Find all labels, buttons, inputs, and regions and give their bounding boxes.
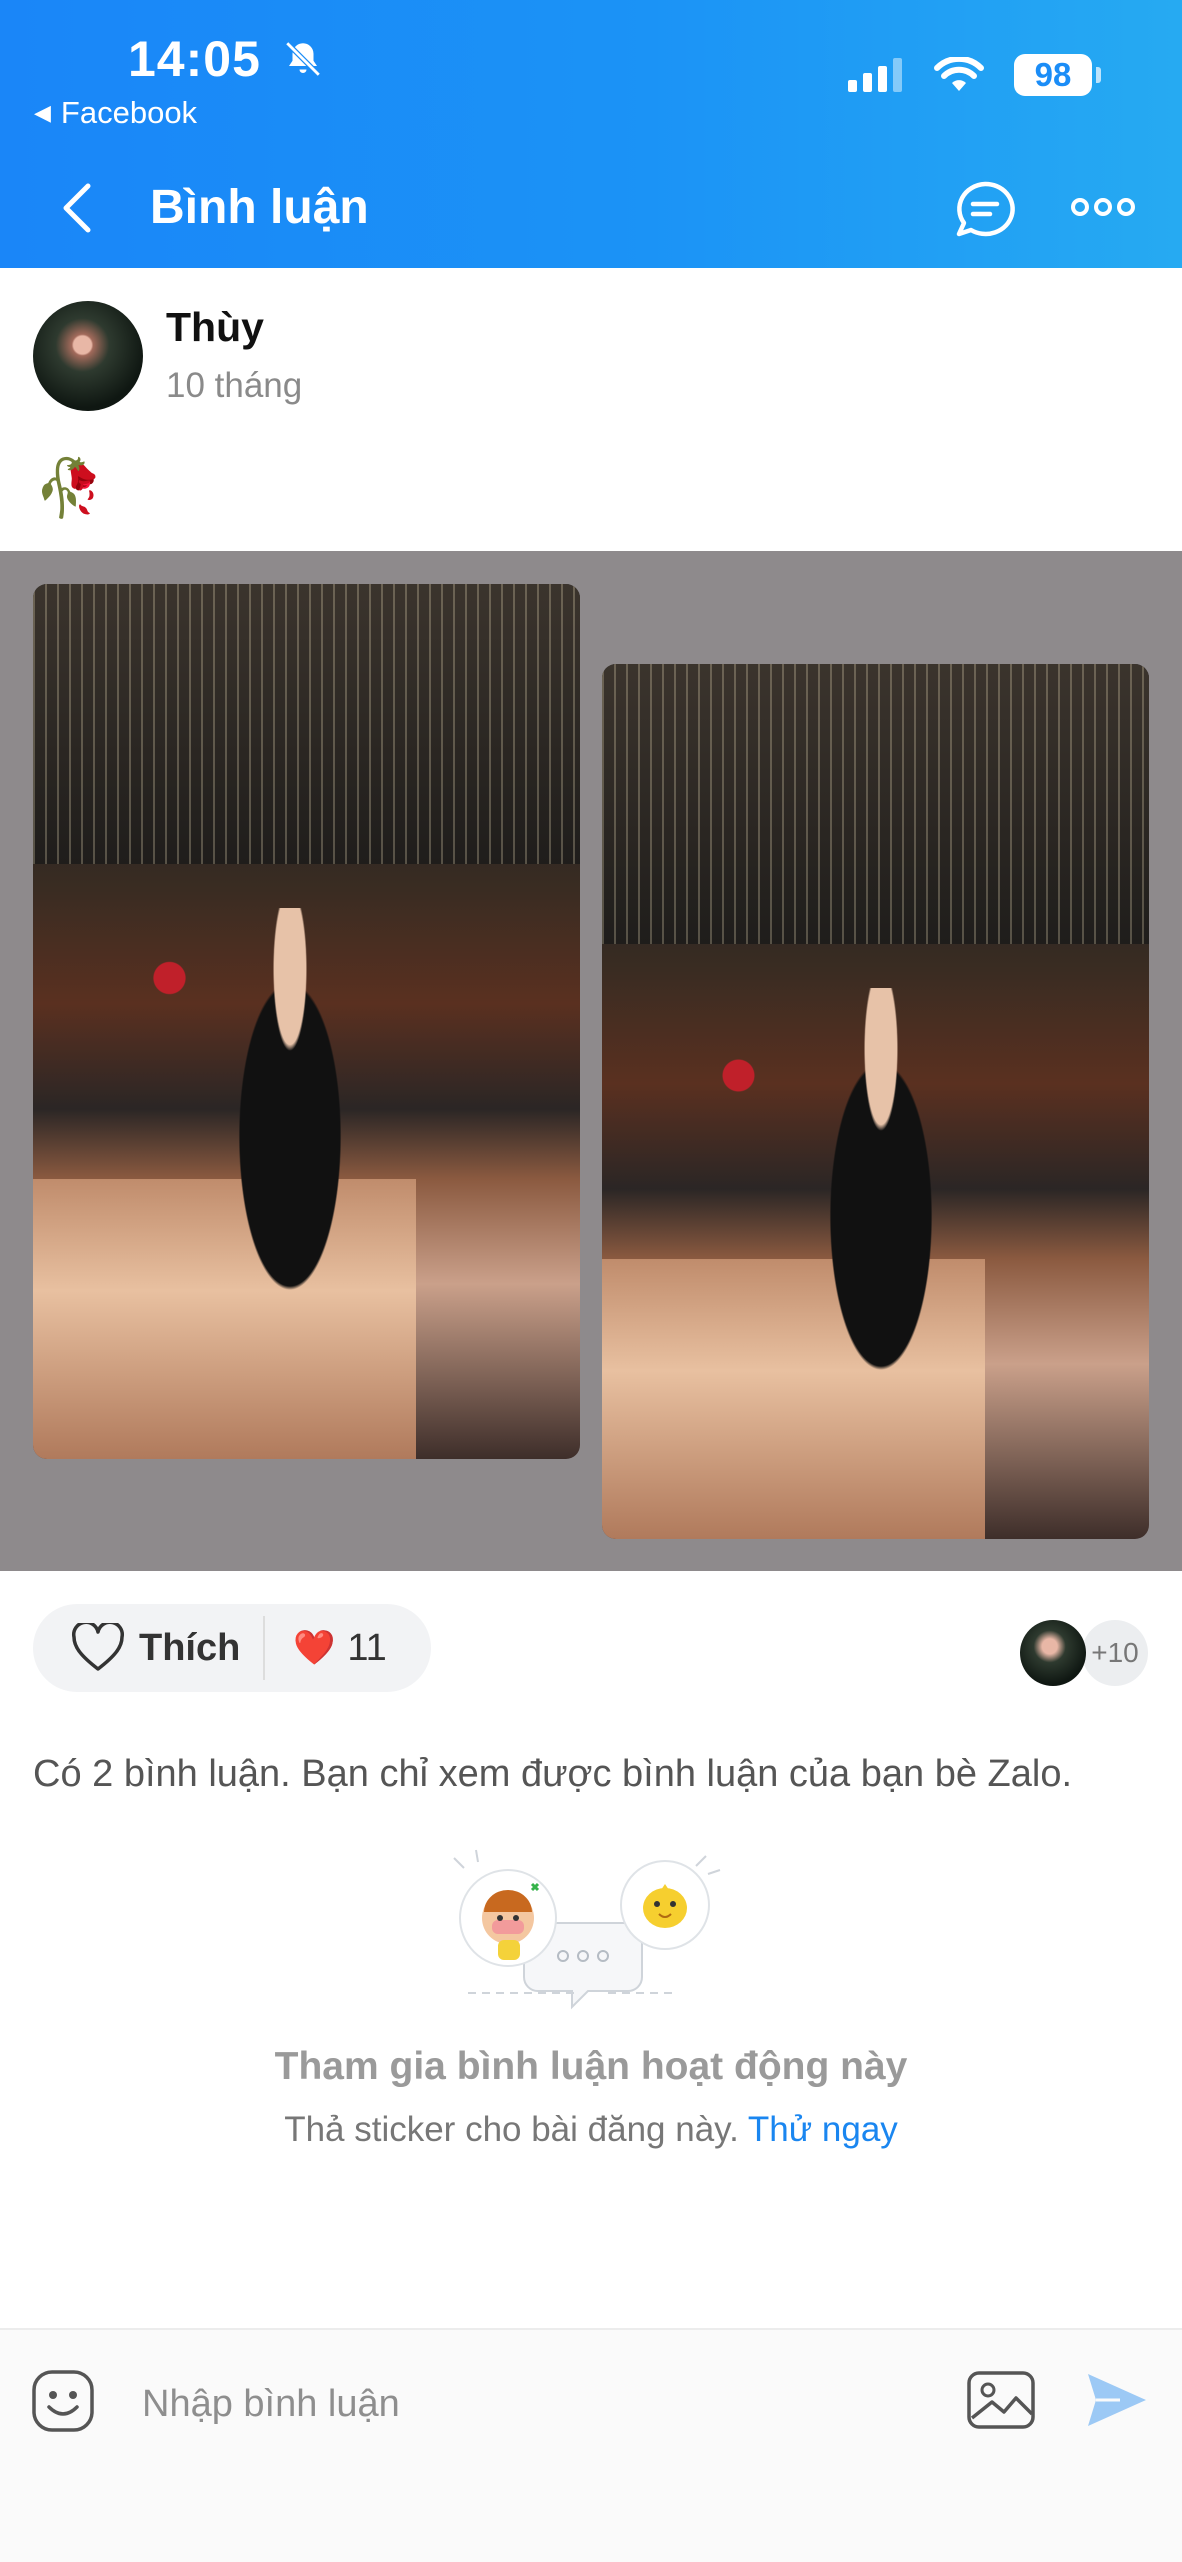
send-icon[interactable] (1084, 2368, 1150, 2432)
reaction-count: 11 (347, 1626, 387, 1669)
wifi-icon (934, 57, 984, 91)
empty-state-subtitle: Thả sticker cho bài đăng này. Thử ngay (0, 2110, 1182, 2150)
photo-subject (197, 907, 384, 1416)
photo-subject (787, 987, 974, 1496)
header-bar: 14:05 ◀ Facebook 98 Bình luận (0, 0, 1182, 268)
photo-decor (142, 934, 198, 1022)
liker-avatar[interactable] (1020, 1620, 1086, 1686)
photo-decor (711, 1031, 767, 1119)
photo-decor (602, 664, 1149, 944)
sticker-illustration (453, 1849, 721, 2010)
image-picker-icon[interactable] (966, 2368, 1036, 2432)
battery-indicator: 98 (1014, 54, 1101, 96)
more-options-icon[interactable] (1070, 194, 1136, 220)
more-likers-count: +10 (1091, 1637, 1139, 1668)
reaction-bar: Thích ❤️ 11 (33, 1604, 431, 1692)
empty-state-title: Tham gia bình luận hoạt động này (274, 2045, 908, 2088)
author-avatar[interactable] (33, 301, 143, 411)
comment-info-text: Có 2 bình luận. Bạn chỉ xem được bình lu… (33, 1753, 1073, 1795)
comment-input[interactable] (142, 2376, 902, 2432)
back-app-label: Facebook (60, 95, 198, 130)
back-to-app-link[interactable]: ◀ Facebook (34, 95, 197, 131)
page-title: Bình luận (150, 181, 369, 234)
sticker-emoji-icon[interactable] (30, 2368, 96, 2434)
author-name[interactable]: Thùy (166, 304, 264, 351)
comment-composer (0, 2328, 1182, 2562)
heart-outline-icon (72, 1623, 124, 1671)
reaction-summary[interactable]: ❤️ 11 (265, 1627, 387, 1670)
status-indicators: 98 (848, 54, 1101, 96)
back-chevron-icon[interactable] (58, 180, 98, 236)
empty-state-subtitle-text: Thả sticker cho bài đăng này. (284, 2110, 739, 2149)
chat-bubble-icon[interactable] (954, 180, 1016, 238)
like-button[interactable]: Thích (33, 1616, 265, 1680)
post-photo-2[interactable] (602, 664, 1149, 1539)
bell-muted-icon (285, 41, 321, 77)
like-label: Thích (139, 1626, 241, 1669)
more-likers-badge[interactable]: +10 (1082, 1620, 1148, 1686)
try-now-link[interactable]: Thử ngay (748, 2110, 898, 2149)
signal-icon (848, 58, 902, 92)
photo-decor (33, 584, 580, 864)
status-time: 14:05 (128, 30, 324, 88)
post-photo-1[interactable] (33, 584, 580, 1459)
battery-level: 98 (1034, 56, 1072, 93)
status-time-text: 14:05 (128, 31, 261, 87)
photo-gallery (0, 551, 1182, 1571)
post-content: 🥀 (34, 456, 104, 519)
heart-emoji: ❤️ (293, 1629, 336, 1667)
back-triangle-icon: ◀ (34, 100, 51, 125)
post-timestamp: 10 tháng (166, 366, 303, 405)
